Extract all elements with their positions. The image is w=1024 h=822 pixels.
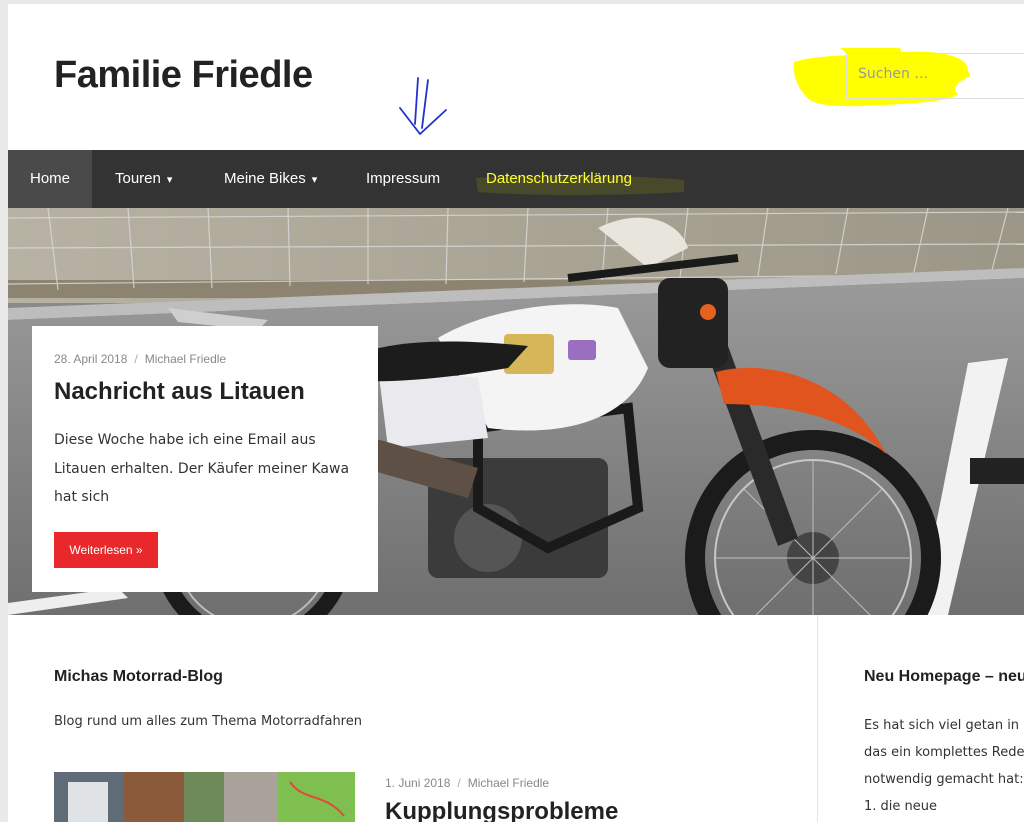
nav-item-meine-bikes[interactable]: Meine Bikes ▾ [224,150,317,208]
meta-separator: / [134,352,138,366]
featured-post-card: 28. April 2018 / Michael Friedle Nachricht… [32,326,378,592]
post-author[interactable]: Michael Friedle [468,776,549,790]
nav-item-label: Impressum [366,170,441,187]
blog-description: Blog rund um alles zum Thema Motorradfah… [54,714,362,729]
sidebar-post-excerpt: Es hat sich viel getan in I das ein komp… [864,712,1024,820]
nav-item-label: Meine Bikes [224,170,306,187]
sidebar-line: das ein komplettes Rede [864,745,1024,760]
sidebar-line: 1. die neue [864,799,938,814]
post-date[interactable]: 28. April 2018 [54,352,127,366]
search-input[interactable] [858,66,1008,82]
annotation-arrow-icon [399,77,447,135]
post-title[interactable]: Kupplungsprobleme [385,798,618,822]
nav-item-label: Datenschutzerklärung [486,170,632,187]
nav-item-label: Touren [115,170,161,187]
excerpt-line: Diese Woche habe ich eine Email aus [54,432,316,448]
post-excerpt: Diese Woche habe ich eine Email aus Lita… [54,426,354,512]
chevron-down-icon: ▾ [311,174,318,186]
post-meta: 28. April 2018 / Michael Friedle [54,352,226,366]
post-meta: 1. Juni 2018 / Michael Friedle [385,776,549,790]
post-author[interactable]: Michael Friedle [145,352,226,366]
sidebar-line: notwendig gemacht hat: [864,772,1024,787]
blog-title: Michas Motorrad-Blog [54,668,223,685]
sidebar-post-title[interactable]: Neu Homepage – neu [864,668,1024,686]
nav-item-impressum[interactable]: Impressum [366,150,440,208]
meta-separator: / [457,776,461,790]
post-date[interactable]: 1. Juni 2018 [385,776,450,790]
site-header: Familie Friedle [8,4,1024,150]
chevron-down-icon: ▾ [166,174,173,186]
excerpt-line: Litauen erhalten. Der Käufer meiner Kawa [54,460,350,477]
post-thumbnail[interactable] [54,772,355,822]
sidebar-line: Es hat sich viel getan in I [864,718,1024,733]
nav-item-datenschutzerklaerung[interactable]: Datenschutzerklärung [486,150,632,208]
read-more-button[interactable]: Weiterlesen » [54,532,158,568]
nav-item-label: Home [29,170,70,187]
post-title[interactable]: Nachricht aus Litauen [54,378,305,406]
sidebar-divider [817,615,818,822]
nav-item-touren[interactable]: Touren ▾ [115,150,172,208]
nav-item-home[interactable]: Home [8,150,92,208]
excerpt-line: hat sich [54,489,110,505]
site-title[interactable]: Familie Friedle [54,54,313,97]
thumbnail-image [54,772,355,822]
page: Familie Friedle Home Touren ▾ Meine Bikes… [8,4,1024,822]
